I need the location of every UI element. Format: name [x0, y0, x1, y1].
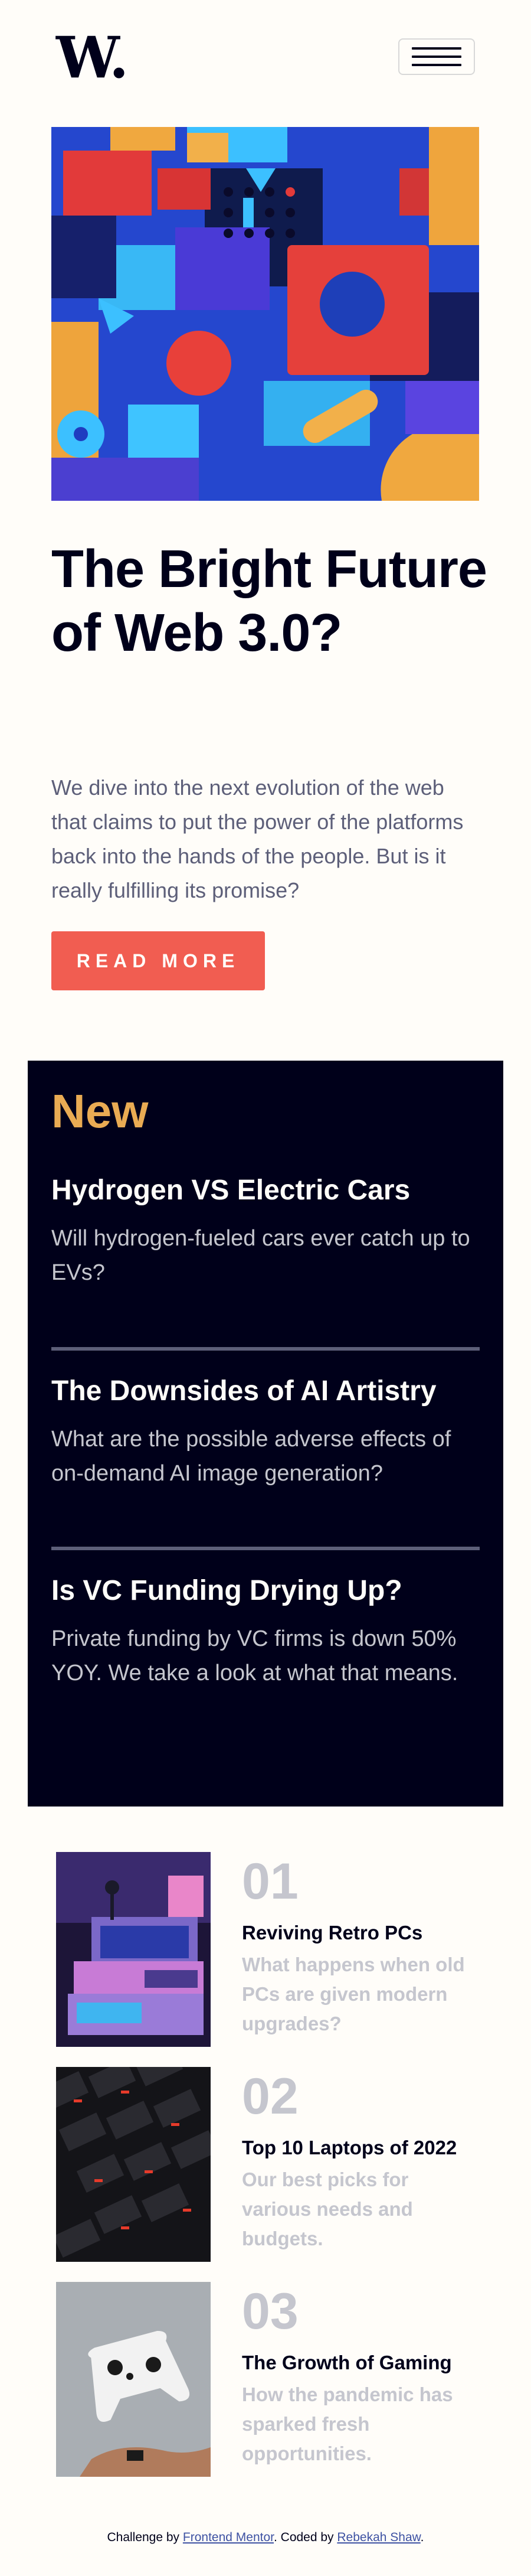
footer-suffix: . — [420, 2531, 424, 2544]
footer-middle: . Coded by — [273, 2531, 337, 2544]
list-item: 03 The Growth of Gaming How the pandemic… — [56, 2282, 475, 2477]
news-item-description: What are the possible adverse effects of… — [51, 1427, 451, 1486]
news-divider — [51, 1347, 480, 1351]
news-item: The Downsides of AI Artistry What are th… — [51, 1374, 488, 1491]
news-item: Is VC Funding Drying Up? Private funding… — [51, 1573, 488, 1690]
footer-prefix: Challenge by — [107, 2531, 183, 2544]
list-item-title[interactable]: Top 10 Laptops of 2022 — [242, 2135, 457, 2161]
read-more-button[interactable]: READ MORE — [51, 931, 265, 990]
news-item-title[interactable]: Is VC Funding Drying Up? — [51, 1573, 488, 1609]
hamburger-menu-icon — [412, 47, 461, 66]
list-item-number: 03 — [242, 2283, 299, 2340]
hero-image — [51, 127, 479, 501]
list-item: 02 Top 10 Laptops of 2022 Our best picks… — [56, 2067, 475, 2262]
list-item-number: 01 — [242, 1853, 299, 1910]
news-item-description: Private funding by VC firms is down 50% … — [51, 1626, 458, 1685]
new-section-title: New — [51, 1085, 149, 1137]
laptop-keyboard-image — [56, 2067, 211, 2262]
news-item-title[interactable]: The Downsides of AI Artistry — [51, 1374, 488, 1409]
frontend-mentor-link[interactable]: Frontend Mentor — [183, 2531, 274, 2544]
site-header: W. — [56, 24, 475, 86]
list-item-title[interactable]: Reviving Retro PCs — [242, 1920, 422, 1946]
news-item: Hydrogen VS Electric Cars Will hydrogen-… — [51, 1173, 488, 1290]
hero-intro: We dive into the next evolution of the w… — [51, 775, 464, 902]
list-item-description: How the pandemic has sparked fresh oppor… — [242, 2383, 453, 2464]
retro-pc-image — [56, 1852, 211, 2047]
menu-button[interactable] — [398, 38, 475, 75]
list-item-title[interactable]: The Growth of Gaming — [242, 2350, 452, 2376]
list-item: 01 Reviving Retro PCs What happens when … — [56, 1852, 475, 2047]
author-link[interactable]: Rebekah Shaw — [337, 2531, 420, 2544]
site-footer: Challenge by Frontend Mentor. Coded by R… — [0, 2531, 531, 2545]
list-item-number: 02 — [242, 2068, 299, 2125]
game-controller-image — [56, 2282, 211, 2477]
list-item-description: Our best picks for various needs and bud… — [242, 2169, 413, 2249]
news-item-description: Will hydrogen-fueled cars ever catch up … — [51, 1226, 470, 1285]
new-section: New Hydrogen VS Electric Cars Will hydro… — [28, 1061, 503, 1807]
site-logo[interactable]: W. — [56, 30, 129, 86]
news-divider — [51, 1547, 480, 1550]
list-item-description: What happens when old PCs are given mode… — [242, 1954, 465, 2034]
hero-headline: The Bright Future of Web 3.0? — [51, 540, 487, 663]
news-item-title[interactable]: Hydrogen VS Electric Cars — [51, 1173, 488, 1208]
